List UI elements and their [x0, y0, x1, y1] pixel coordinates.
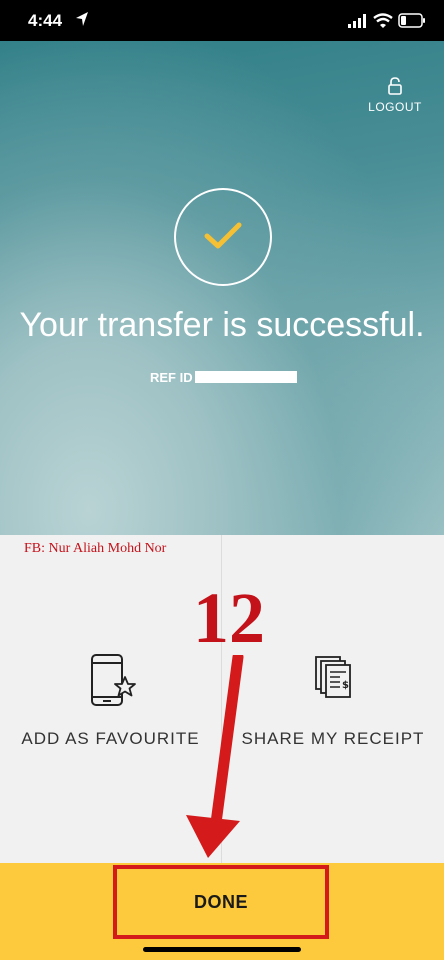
signal-icon: [348, 14, 366, 28]
wifi-icon: [373, 13, 393, 28]
ref-id-redacted: [194, 371, 297, 383]
step-number: 12: [193, 578, 265, 658]
status-bar: 4:44: [0, 0, 444, 41]
logout-button[interactable]: LOGOUT: [360, 77, 430, 117]
logout-label: LOGOUT: [368, 100, 422, 114]
phone-star-icon: [91, 654, 136, 706]
success-title: Your transfer is successful.: [19, 306, 425, 344]
done-label: DONE: [193, 891, 248, 912]
annotation-arrow-icon: [186, 655, 244, 858]
success-check-circle: [174, 188, 272, 286]
done-button[interactable]: DONE: [113, 865, 329, 939]
footer-bar: DONE: [0, 863, 444, 960]
status-time: 4:44: [28, 11, 63, 30]
watermark-text: FB: Nur Aliah Mohd Nor: [24, 541, 167, 556]
checkmark-icon: [204, 222, 242, 249]
location-arrow-icon: [76, 12, 88, 26]
ref-id-row: REF ID: [150, 369, 297, 385]
svg-text:$: $: [342, 680, 349, 691]
ref-id-label: REF ID: [150, 369, 193, 385]
unlock-icon: [388, 77, 402, 95]
receipt-icon: $: [315, 656, 351, 698]
home-indicator: [143, 947, 301, 952]
battery-icon: [398, 13, 425, 28]
success-hero: LOGOUT Your transfer is successful. REF …: [0, 41, 444, 535]
